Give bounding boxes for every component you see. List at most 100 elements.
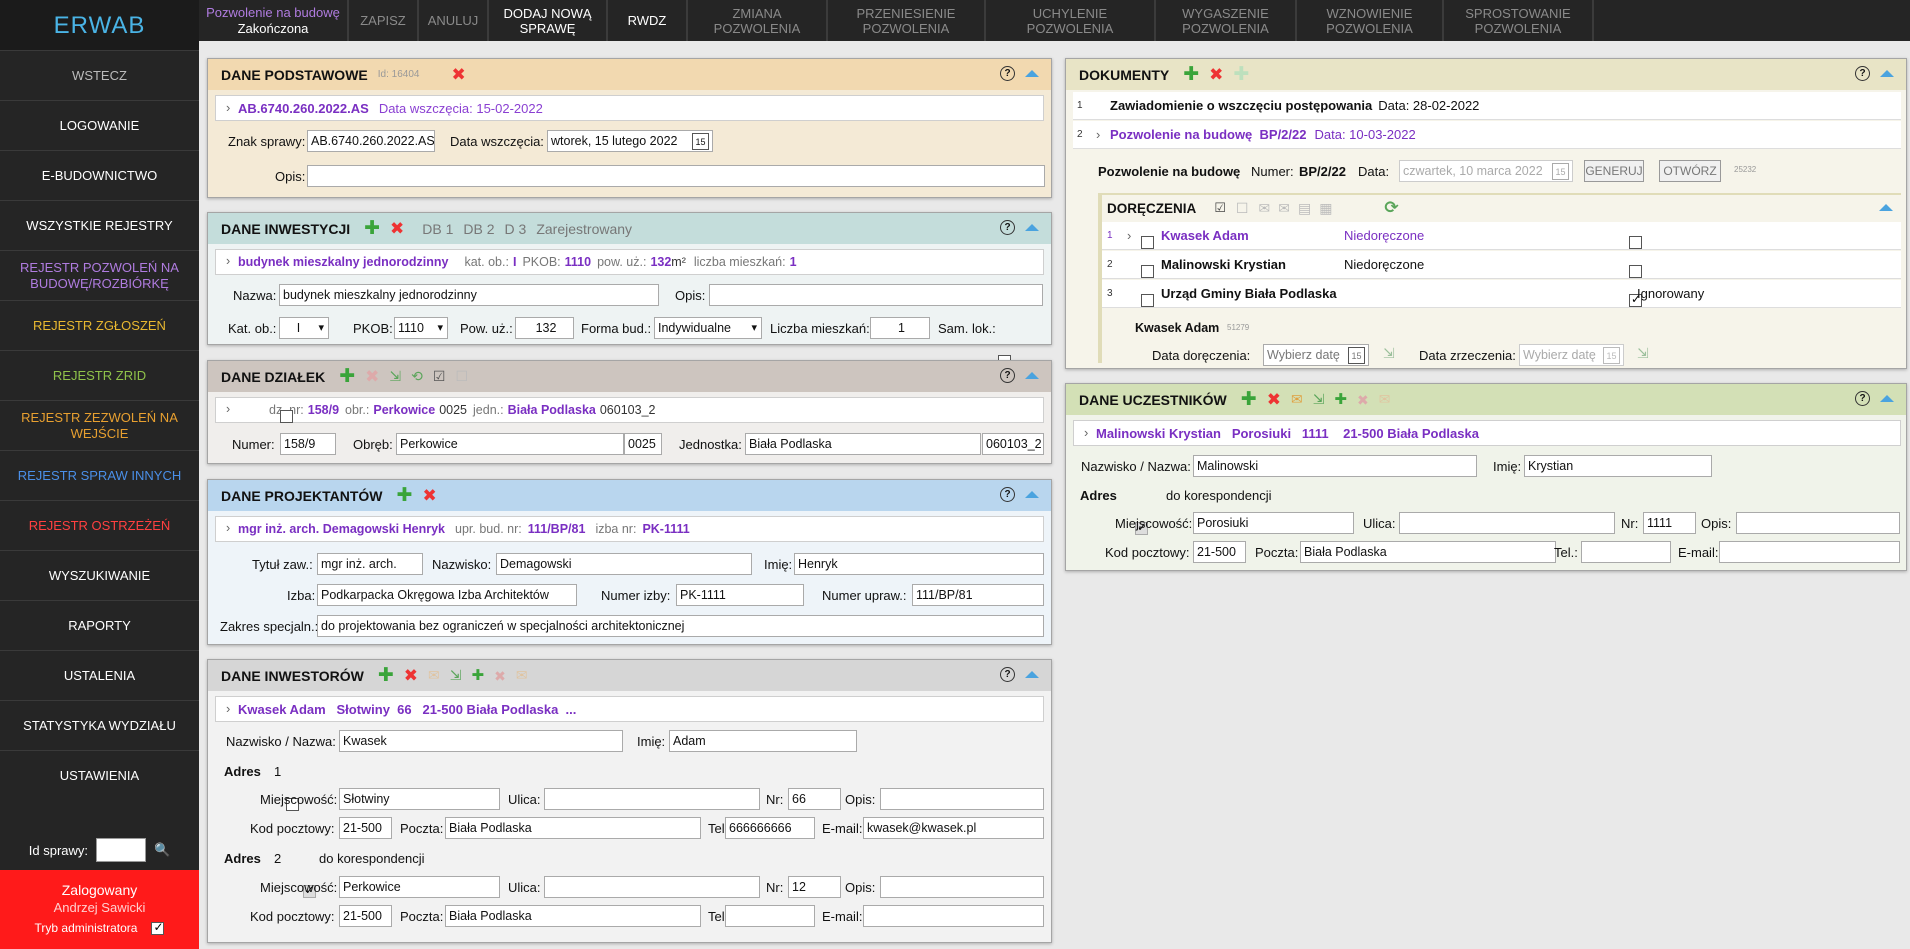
collapse-icon[interactable] [1025,372,1039,379]
jednostka-code-field[interactable]: 060103_2 [982,433,1044,455]
uncheck-list-icon[interactable]: ☐ [455,368,468,385]
adres-1-opis-field[interactable] [880,788,1044,810]
adres-2-nr-field[interactable]: 12 [788,876,841,898]
parcel-summary-row[interactable]: › dz. nr: 158/9 obr.: Perkowice 0025 jedn.:… [215,397,1044,423]
collapse-icon[interactable] [1879,204,1893,211]
nr-field[interactable]: 1111 [1643,512,1696,534]
admin-mode-checkbox[interactable] [151,920,165,935]
zakres-field[interactable]: do projektowania bez ograniczeń w specja… [317,615,1044,637]
sidebar-item-9[interactable]: REJESTR OSTRZEŻEŃ [0,500,199,550]
add-icon[interactable]: ✚ [364,219,380,238]
refresh-icon[interactable]: ⟳ [1384,198,1398,218]
import-icon[interactable]: ⇲ [450,667,462,684]
delete-icon[interactable]: ✖ [1267,391,1281,408]
calendar-icon[interactable]: 15 [1348,347,1365,364]
document-row[interactable]: 1 Zawiadomienie o wszczęciu postępowania… [1073,92,1901,120]
collapse-icon[interactable] [1880,70,1894,77]
opis-field[interactable] [307,165,1045,187]
refresh-icon[interactable]: ⟲ [411,368,423,385]
izba-field[interactable]: Podkarpacka Okręgowa Izba Architektów [317,584,577,606]
toolbar-tab-7[interactable]: WYGASZENIE POZWOLENIA [1156,0,1297,41]
sidebar-item-8[interactable]: REJESTR SPRAW INNYCH [0,450,199,500]
adres-1-miejscowosc-field[interactable]: Słotwiny [339,788,500,810]
sidebar-item-3[interactable]: WSZYSTKIE REJESTRY [0,200,199,250]
data-doreczenia-field[interactable]: Wybierz datę 15 [1263,344,1369,366]
check-list-icon[interactable]: ☑ [433,368,446,385]
tag-d3[interactable]: D 3 [505,221,527,237]
numer-izby-field[interactable]: PK-1111 [676,584,804,606]
import-icon[interactable]: ⇲ [1313,391,1325,408]
add-icon[interactable]: ✚ [1183,65,1199,84]
sidebar-item-2[interactable]: E-BUDOWNICTWO [0,150,199,200]
delivery-checkbox[interactable] [1141,265,1154,278]
kat-select[interactable]: I [279,317,329,339]
participant-summary-row[interactable]: › Malinowski Krystian Porosiuki 1111 21-… [1073,420,1901,446]
clear-date-icon[interactable]: ⇲ [1637,345,1649,362]
toolbar-tab-2[interactable]: DODAJ NOWĄ SPRAWĘ [489,0,608,41]
help-icon[interactable]: ? [1855,391,1870,406]
delivery-row[interactable]: 2 Malinowski Krystian Niedoręczone [1102,251,1901,279]
delivery-row[interactable]: 3 Urząd Gminy Biała Podlaska Ignorowany [1102,280,1901,308]
chevron-right-icon[interactable]: › [1127,228,1131,243]
add-icon[interactable]: ✚ [397,486,413,505]
add-icon[interactable]: ✚ [339,367,355,386]
search-icon[interactable]: 🔍 [154,842,170,858]
calendar-icon[interactable]: 15 [1603,347,1620,364]
toolbar-tab-9[interactable]: SPROSTOWANIE POZWOLENIA [1444,0,1594,41]
collapse-icon[interactable] [1025,70,1039,77]
investment-summary-row[interactable]: › budynek mieszkalny jednorodzinny kat. … [215,249,1044,275]
chevron-right-icon[interactable]: › [1096,127,1100,142]
data-zrzeczenia-field[interactable]: Wybierz datę 15 [1519,344,1624,366]
nazwisko-field[interactable]: Malinowski [1193,455,1477,477]
obreb-code-field[interactable]: 0025 [624,433,662,455]
adres-2-ulica-field[interactable] [544,876,760,898]
numer-upraw-field[interactable]: 111/BP/81 [912,584,1044,606]
add-icon[interactable]: ✚ [1241,390,1257,409]
calendar-icon[interactable]: 15 [692,133,709,150]
forma-select[interactable]: Indywidualne [654,317,762,339]
delivery-checkbox[interactable] [1141,236,1154,249]
help-icon[interactable]: ? [1000,368,1015,383]
document-date-field[interactable]: czwartek, 10 marca 2022 15 [1399,160,1573,182]
clear-date-icon[interactable]: ⇲ [1383,345,1395,362]
imie-field[interactable]: Henryk [794,553,1044,575]
case-summary-row[interactable]: › AB.6740.260.2022.AS Data wszczęcia: 15… [215,95,1044,121]
obreb-field[interactable]: Perkowice [396,433,624,455]
delete-icon[interactable]: ✖ [451,66,465,83]
adres-1-kod-field[interactable]: 21-500 [339,817,392,839]
toolbar-tab-1[interactable]: ANULUJ [419,0,489,41]
toolbar-tab-5[interactable]: PRZENIESIENIE POZWOLENIA [828,0,986,41]
table-icon[interactable]: ▦ [1319,200,1332,217]
delete-icon[interactable]: ✖ [404,667,418,684]
adres-2-opis-field[interactable] [880,876,1044,898]
mail-icon[interactable]: ✉ [1258,200,1270,217]
tag-db2[interactable]: DB 2 [463,221,494,237]
tel-field[interactable] [1581,541,1671,563]
ignore-checkbox[interactable] [1629,236,1642,249]
sidebar-item-10[interactable]: WYSZUKIWANIE [0,550,199,600]
delete-icon[interactable]: ✖ [1209,66,1223,83]
adres-2-poczta-field[interactable]: Biała Podlaska [445,905,701,927]
sidebar-item-4[interactable]: REJESTR POZWOLEŃ NA BUDOWĘ/ROZBIÓRKĘ [0,250,199,300]
sidebar-item-12[interactable]: USTALENIA [0,650,199,700]
otworz-button[interactable]: OTWÓRZ [1659,160,1721,182]
help-icon[interactable]: ? [1000,66,1015,81]
adres-2-kod-field[interactable]: 21-500 [339,905,392,927]
case-id-input[interactable] [96,838,147,862]
adres-2-tel-field[interactable] [725,905,815,927]
ulica-field[interactable] [1399,512,1615,534]
toolbar-tab-8[interactable]: WZNOWIENIE POZWOLENIA [1297,0,1444,41]
delivery-row[interactable]: 1 › Kwasek Adam Niedoręczone [1102,222,1901,250]
toolbar-tab-0[interactable]: ZAPISZ [349,0,419,41]
adres-1-ulica-field[interactable] [544,788,760,810]
pkob-select[interactable]: 1110 [394,317,448,339]
parcel-checkbox[interactable] [280,409,293,423]
check-all-icon[interactable]: ☑ [1214,200,1226,216]
sidebar-item-0[interactable]: WSTECZ [0,50,199,100]
nazwisko-field[interactable]: Demagowski [496,553,752,575]
delete-icon[interactable]: ✖ [390,220,404,237]
adres-2-email-field[interactable] [863,905,1044,927]
imie-field[interactable]: Krystian [1524,455,1712,477]
collapse-icon[interactable] [1025,224,1039,231]
toolbar-tab-4[interactable]: ZMIANA POZWOLENIA [688,0,828,41]
